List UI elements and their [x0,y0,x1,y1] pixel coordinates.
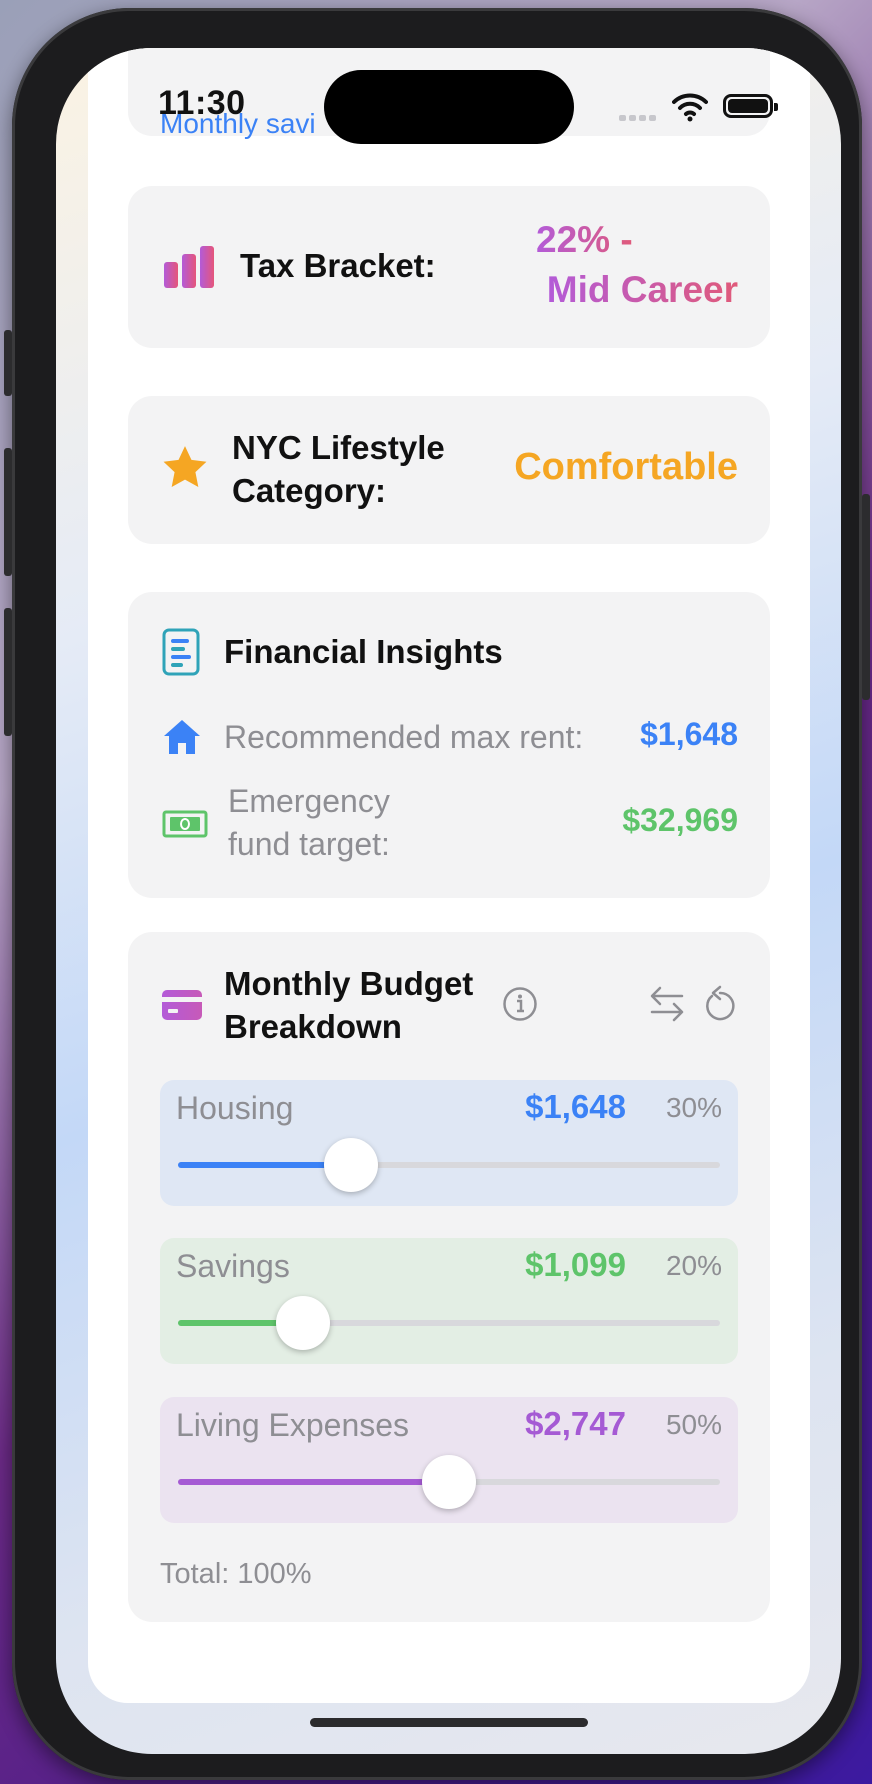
housing-amount: $1,648 [525,1088,626,1125]
living-expenses-amount: $2,747 [525,1405,626,1442]
budget-card: Monthly Budget Breakdown Housing $1,648 … [128,932,770,1622]
savings-slider-row: Savings $1,099 20% [160,1238,738,1364]
savings-slider[interactable] [178,1296,720,1350]
bar-chart-icon [162,246,218,290]
document-icon [162,628,200,681]
emergency-label-line1: Emergency [228,783,390,819]
living-expenses-slider-fill [178,1479,449,1485]
dynamic-island [324,70,574,144]
info-icon[interactable] [502,986,538,1027]
housing-label: Housing [176,1090,294,1126]
tax-bracket-value-line1: 22% - [536,216,633,264]
content-sheet: Monthly savi Tax Bracket: 22% - Mid Care… [88,48,810,1703]
side-button-left-bottom [4,608,12,736]
phone-frame: Monthly savi Tax Bracket: 22% - Mid Care… [4,8,870,1780]
tax-bracket-value-line2: Mid Career [547,266,738,314]
emergency-label-line2: fund target: [228,826,390,862]
housing-slider-thumb[interactable] [324,1138,379,1192]
battery-icon [723,94,778,118]
side-button-left-mid [4,448,12,576]
lifestyle-value: Comfortable [514,446,738,488]
tax-bracket-card: Tax Bracket: 22% - Mid Career [128,186,770,348]
swap-arrows-icon[interactable] [648,984,686,1029]
emergency-value: $32,969 [622,802,738,838]
living-expenses-percent: 50% [665,1409,722,1440]
financial-insights-card: Financial Insights Recommended max rent:… [128,592,770,898]
cellular-signal-icon [619,108,659,121]
budget-title-line2: Breakdown [224,1008,402,1045]
insights-title: Financial Insights [224,633,503,670]
rent-label: Recommended max rent: [224,719,584,755]
tax-bracket-label: Tax Bracket: [240,247,436,284]
savings-amount: $1,099 [525,1246,626,1283]
wifi-icon [672,92,708,122]
home-indicator[interactable] [310,1718,588,1727]
lifestyle-label-line2: Category: [232,472,387,509]
reset-icon[interactable] [702,984,738,1029]
lifestyle-card: NYC Lifestyle Category: Comfortable [128,396,770,544]
lifestyle-label-line1: NYC Lifestyle [232,429,445,466]
housing-slider-row: Housing $1,648 30% [160,1080,738,1206]
living-expenses-slider-row: Living Expenses $2,747 50% [160,1397,738,1523]
side-button-right [862,494,870,700]
living-expenses-slider[interactable] [178,1455,720,1509]
living-expenses-slider-thumb[interactable] [422,1455,476,1509]
living-expenses-label: Living Expenses [176,1407,410,1443]
savings-slider-thumb[interactable] [275,1296,330,1350]
status-time: 11:30 [158,84,246,122]
budget-title-line1: Monthly Budget [224,965,474,1002]
housing-slider[interactable] [178,1138,720,1192]
house-icon [162,718,202,761]
credit-card-icon [162,990,202,1025]
screen: Monthly savi Tax Bracket: 22% - Mid Care… [56,48,841,1754]
side-button-left-top [4,330,12,396]
housing-percent: 30% [665,1092,722,1123]
savings-percent: 20% [665,1250,722,1281]
rent-value: $1,648 [640,716,738,752]
money-icon [162,810,208,843]
star-icon [160,444,210,497]
budget-total: Total: 100% [160,1558,312,1590]
savings-label: Savings [176,1248,290,1284]
